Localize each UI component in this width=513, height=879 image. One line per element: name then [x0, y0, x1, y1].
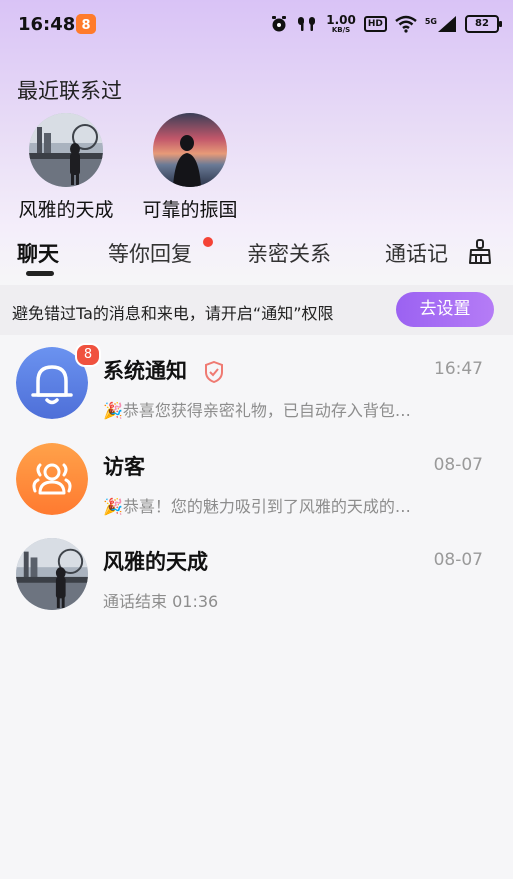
chat-time: 08-07 [433, 550, 483, 570]
avatar-photo-city [29, 113, 103, 187]
chat-name: 系统通知 [103, 359, 187, 383]
wifi-icon [395, 15, 417, 33]
chat-item-visitors[interactable]: 访客 08-07 🎉恭喜！您的魅力吸引到了风雅的天成的… [0, 443, 513, 539]
chat-item-system[interactable]: 8 系统通知 16:47 🎉恭喜您获得亲密礼物，已自动存入背包… [0, 343, 513, 443]
notification-permission-banner: 避免错过Ta的消息和来电，请开启“通知”权限 去设置 [0, 285, 513, 335]
chat-preview: 通话结束 01:36 [103, 592, 219, 611]
chat-name: 风雅的天成 [103, 550, 208, 574]
avatar-photo-city [16, 538, 88, 610]
recent-contact-1[interactable]: 风雅的天成 [6, 113, 126, 222]
chat-time: 08-07 [433, 455, 483, 475]
chat-tabs: 聊天 等你回复 亲密关系 通话记 [0, 232, 513, 282]
signal-icon [438, 16, 456, 32]
network-speed: 1.00 KB/S [326, 13, 356, 34]
shield-check-icon [205, 361, 223, 383]
unread-dot [203, 237, 213, 247]
recent-contacts-title: 最近联系过 [17, 79, 122, 103]
tab-chat[interactable]: 聊天 [17, 238, 59, 268]
notification-app-icon: 8 [76, 14, 96, 34]
chat-preview: 🎉恭喜您获得亲密礼物，已自动存入背包… [103, 401, 411, 420]
unread-count-badge: 8 [75, 343, 101, 367]
recent-contact-name: 可靠的振国 [142, 199, 238, 221]
status-time: 16:48 [18, 14, 76, 35]
broom-icon[interactable] [466, 238, 494, 266]
notice-text: 避免错过Ta的消息和来电，请开启“通知”权限 [12, 304, 334, 323]
tab-intimate[interactable]: 亲密关系 [247, 238, 331, 268]
earbuds-icon [298, 17, 316, 31]
active-tab-indicator [26, 271, 54, 276]
chat-name: 访客 [103, 455, 145, 479]
chat-preview: 🎉恭喜！您的魅力吸引到了风雅的天成的… [103, 497, 411, 516]
svg-text:8: 8 [81, 18, 90, 33]
go-settings-button[interactable]: 去设置 [396, 292, 494, 327]
tab-call-log[interactable]: 通话记 [385, 238, 451, 268]
recent-contact-2[interactable]: 可靠的振国 [130, 113, 250, 222]
avatar-photo-sunset [153, 113, 227, 187]
chat-time: 16:47 [434, 359, 483, 379]
tab-awaiting-reply[interactable]: 等你回复 [108, 238, 192, 268]
status-bar: 16:48 8 1.00 KB/S HD 5G 82 [0, 0, 513, 48]
battery-indicator: 82 [465, 15, 502, 33]
alarm-icon [272, 16, 287, 32]
hd-badge: HD [363, 16, 387, 32]
chat-item-contact[interactable]: 风雅的天成 08-07 通话结束 01:36 [0, 538, 513, 634]
users-icon [16, 443, 88, 515]
recent-contact-name: 风雅的天成 [18, 199, 114, 221]
status-icons: 1.00 KB/S HD 5G 82 [270, 12, 502, 36]
signal-type: 5G [424, 17, 437, 26]
